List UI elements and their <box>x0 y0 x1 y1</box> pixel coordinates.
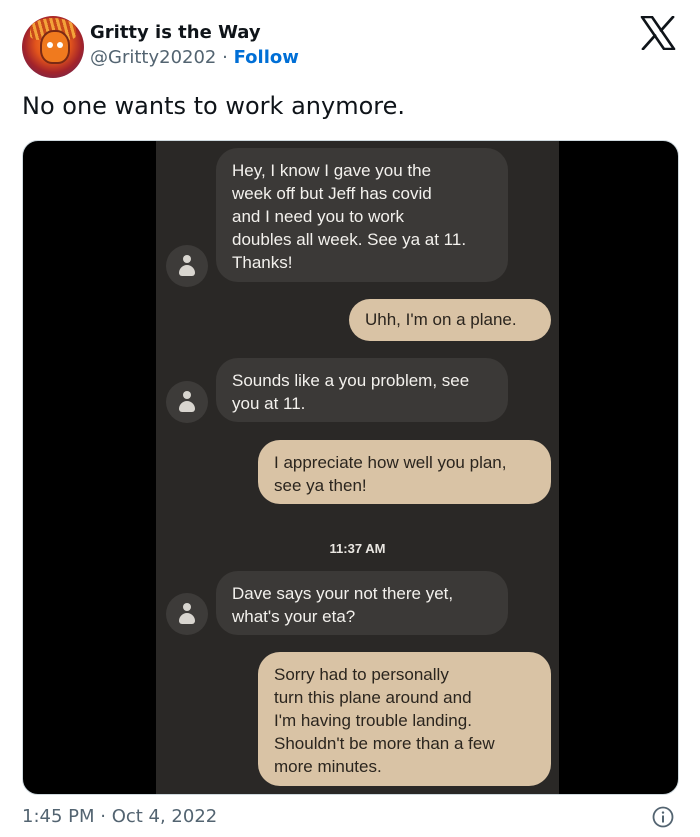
tweet-text: No one wants to work anymore. <box>22 92 405 120</box>
sent-message-bubble: Sorry had to personally turn this plane … <box>258 652 551 786</box>
contact-person-icon <box>166 381 208 423</box>
avatar-face <box>40 30 70 64</box>
info-icon[interactable] <box>652 806 674 828</box>
sent-message-bubble: Uhh, I'm on a plane. <box>349 299 551 341</box>
received-message-bubble: Hey, I know I gave you the week off but … <box>216 148 508 282</box>
message-line: Dave says your not there yet, <box>232 584 454 603</box>
message-line: Shouldn't be more than a few <box>274 734 495 753</box>
tweet-timestamp[interactable]: 1:45 PM · Oct 4, 2022 <box>22 806 217 827</box>
author-handle-line: @Gritty20202 · Follow <box>90 47 299 68</box>
contact-person-icon <box>166 245 208 287</box>
message-line: turn this plane around and <box>274 688 472 707</box>
contact-person-icon <box>166 593 208 635</box>
message-line: I appreciate how well you plan, <box>274 453 507 472</box>
author-display-name[interactable]: Gritty is the Way <box>90 22 261 43</box>
tweet-media-image[interactable]: Hey, I know I gave you the week off but … <box>22 140 679 795</box>
author-handle[interactable]: @Gritty20202 <box>90 47 216 68</box>
avatar-eye <box>47 42 53 48</box>
message-line: Thanks! <box>232 253 293 272</box>
message-line: Uhh, I'm on a plane. <box>365 310 517 329</box>
sent-message-bubble: I appreciate how well you plan, see ya t… <box>258 440 551 504</box>
message-line: you at 11. <box>232 394 306 413</box>
received-message-bubble: Dave says your not there yet, what's you… <box>216 571 508 635</box>
received-message-bubble: Sounds like a you problem, see you at 11… <box>216 358 508 422</box>
message-line: Sounds like a you problem, see <box>232 371 470 390</box>
message-line: Sorry had to personally <box>274 665 449 684</box>
message-line: I'm having trouble landing. <box>274 711 472 730</box>
x-logo-icon[interactable] <box>640 16 676 50</box>
message-line: doubles all week. See ya at 11. <box>232 230 467 249</box>
avatar-eye <box>57 42 63 48</box>
author-avatar[interactable] <box>22 16 84 78</box>
message-line: Hey, I know I gave you the <box>232 161 432 180</box>
handle-separator: · <box>222 47 228 68</box>
message-line: week off but Jeff has covid <box>232 184 432 203</box>
chat-screenshot: Hey, I know I gave you the week off but … <box>156 141 559 794</box>
message-line: what's your eta? <box>232 607 356 626</box>
message-line: more minutes. <box>274 757 382 776</box>
message-timestamp: 11:37 AM <box>329 541 386 556</box>
follow-button[interactable]: Follow <box>234 47 299 68</box>
message-line: and I need you to work <box>232 207 405 226</box>
message-line: see ya then! <box>274 476 367 495</box>
